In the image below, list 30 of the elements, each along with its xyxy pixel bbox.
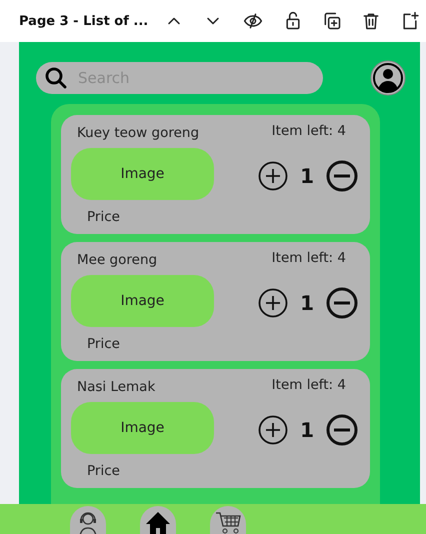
- food-name: Mee goreng: [76, 252, 158, 268]
- minus-icon[interactable]: [326, 160, 358, 192]
- page-title: Page 3 - List of ...: [19, 14, 148, 28]
- minus-icon[interactable]: [326, 286, 358, 318]
- quantity: 1: [299, 164, 315, 188]
- minus-icon[interactable]: [326, 414, 358, 446]
- support-icon[interactable]: [70, 506, 106, 534]
- duplicate-icon[interactable]: [322, 11, 342, 31]
- quantity: 1: [299, 290, 315, 314]
- quantity: 1: [299, 418, 315, 442]
- profile-icon[interactable]: [370, 60, 406, 96]
- price-label: Price: [86, 462, 121, 481]
- food-name: Nasi Lemak: [76, 378, 156, 394]
- price-label: Price: [86, 335, 121, 354]
- plus-icon[interactable]: [258, 414, 288, 444]
- stock-label: Item left: 4: [272, 250, 347, 268]
- plus-icon[interactable]: [258, 288, 288, 318]
- price-label: Price: [86, 208, 121, 227]
- stock-label: Item left: 4: [272, 377, 347, 395]
- food-name: Kuey teow goreng: [76, 124, 200, 140]
- image-button[interactable]: Image: [71, 275, 214, 327]
- stock-label: Item left: 4: [272, 123, 347, 141]
- home-icon[interactable]: [140, 506, 176, 534]
- cart-icon[interactable]: [210, 506, 246, 534]
- image-button[interactable]: Image: [71, 148, 214, 200]
- trash-icon[interactable]: [361, 11, 382, 31]
- eye-off-icon[interactable]: [242, 11, 264, 31]
- plus-icon[interactable]: [258, 160, 288, 190]
- search-icon: [44, 66, 68, 90]
- image-button[interactable]: Image: [71, 402, 214, 454]
